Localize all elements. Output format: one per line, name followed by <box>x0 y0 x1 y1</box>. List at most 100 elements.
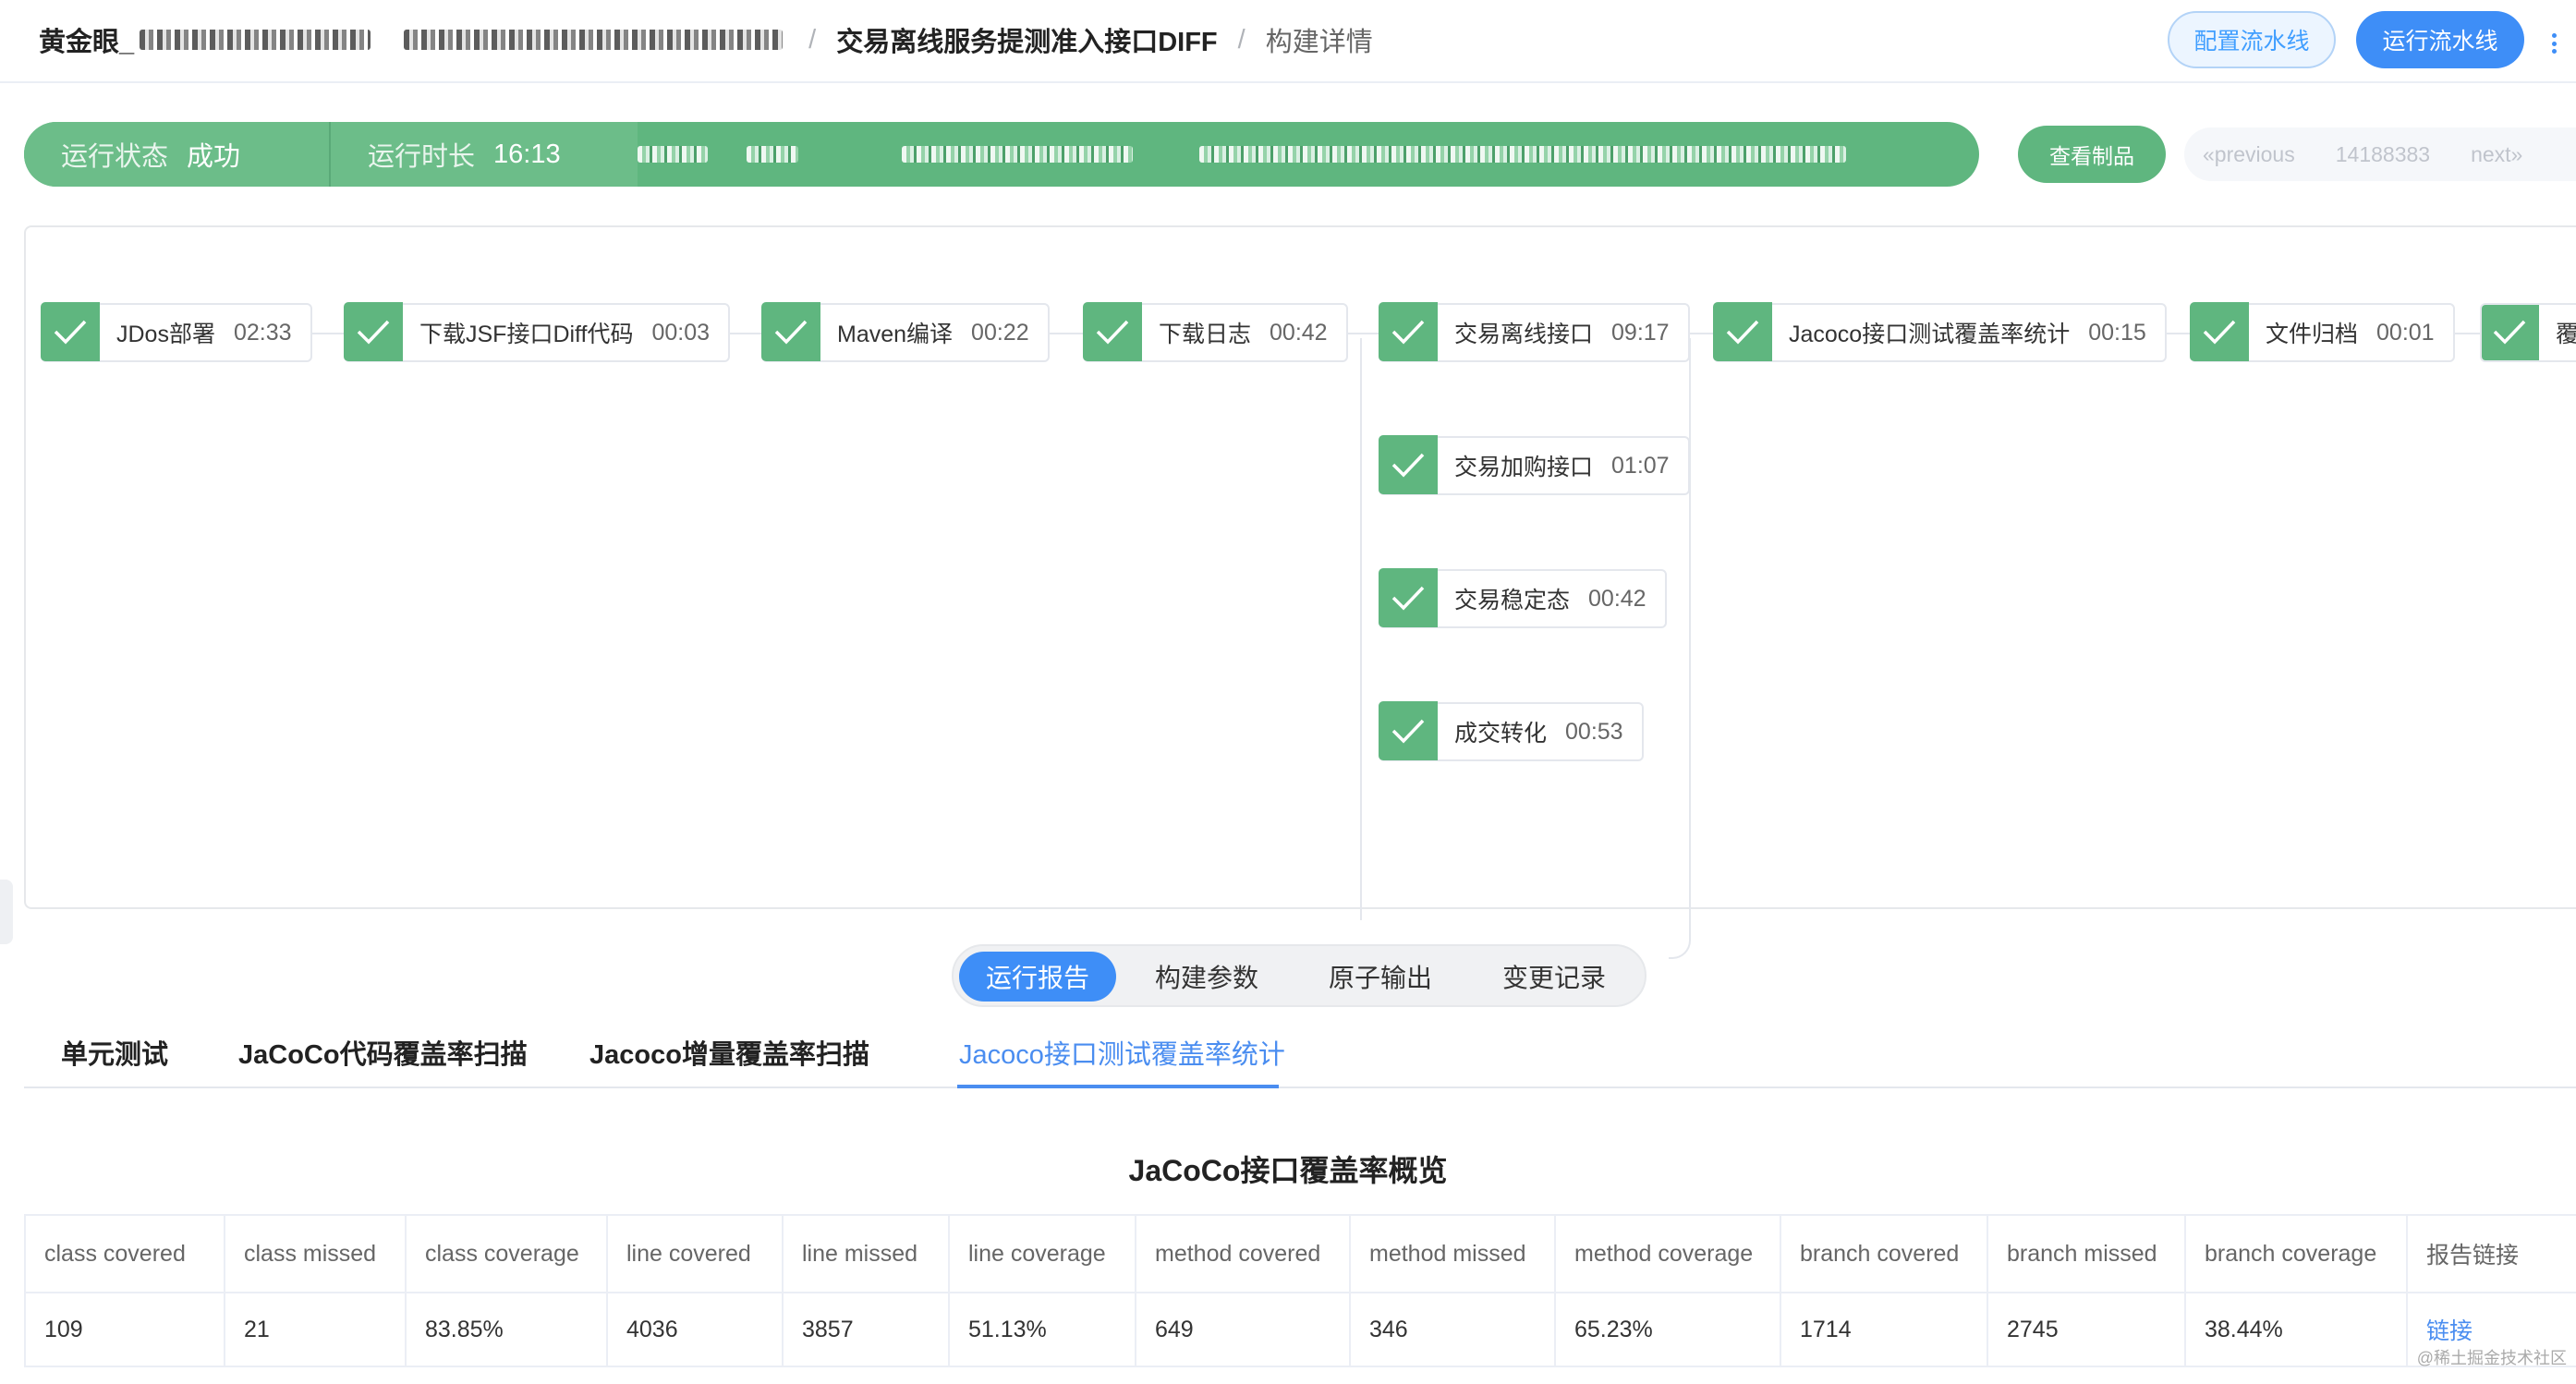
stage-duration: 00:42 <box>1270 319 1328 346</box>
pipeline-graph: JDos部署 02:33 下载JSF接口Diff代码 00:03 Maven编译… <box>24 225 2576 959</box>
run-status-bar: 运行状态 成功 运行时长 16:13 <box>24 122 1979 187</box>
stage-download-jsf-diff[interactable]: 下载JSF接口Diff代码 00:03 <box>344 302 731 362</box>
view-artifacts-button[interactable]: 查看制品 <box>2018 126 2166 183</box>
parallel-branch-line-left <box>1360 338 1362 920</box>
stage-jdos-deploy[interactable]: JDos部署 02:33 <box>41 302 312 362</box>
check-icon <box>344 302 403 361</box>
column-header: method covered <box>1135 1214 1351 1293</box>
stage-offline-api[interactable]: 交易离线接口 09:17 <box>1379 302 1690 362</box>
breadcrumb-redacted-path <box>404 30 784 50</box>
table-cell: 346 <box>1349 1292 1556 1367</box>
run-state-label: 运行状态 <box>61 142 169 172</box>
run-duration-label: 运行时长 <box>368 142 476 172</box>
breadcrumb-root[interactable]: 黄金眼_ <box>39 20 134 59</box>
stage-name: 文件归档 <box>2266 322 2359 347</box>
subtab-jacoco-code-coverage[interactable]: JaCoCo代码覆盖率扫描 <box>238 1033 528 1072</box>
stage-name: 成交转化 <box>1454 721 1548 747</box>
table-row: 109 21 83.85% 4036 3857 51.13% 649 346 6… <box>24 1292 2576 1367</box>
stage-connector <box>724 333 763 334</box>
stage-duration: 09:17 <box>1611 319 1670 346</box>
stage-maven-build[interactable]: Maven编译 00:22 <box>761 302 1050 362</box>
column-header: method missed <box>1349 1214 1556 1293</box>
subtab-jacoco-incremental[interactable]: Jacoco增量覆盖率扫描 <box>589 1033 869 1072</box>
stage-name: 交易加购接口 <box>1454 455 1594 480</box>
stage-duration: 02:33 <box>233 319 292 346</box>
stage-file-archive[interactable]: 文件归档 00:01 <box>2190 302 2455 362</box>
check-icon <box>2190 302 2249 361</box>
report-link[interactable]: 链接 <box>2426 1318 2473 1344</box>
table-header-row: class covered class missed class coverag… <box>24 1214 2576 1293</box>
stage-steady-state[interactable]: 交易稳定态 00:42 <box>1379 568 1667 628</box>
table-cell: 4036 <box>606 1292 784 1367</box>
stage-download-logs[interactable]: 下载日志 00:42 <box>1083 302 1348 362</box>
tab-change-log[interactable]: 变更记录 <box>1473 952 1635 1002</box>
breadcrumb-separator: / <box>1237 24 1245 55</box>
run-pipeline-button[interactable]: 运行流水线 <box>2356 11 2524 68</box>
table-cell: 1714 <box>1780 1292 1988 1367</box>
stage-duration: 00:42 <box>1588 585 1646 612</box>
table-cell: 3857 <box>782 1292 950 1367</box>
table-cell: 65.23% <box>1554 1292 1781 1367</box>
column-header: branch covered <box>1780 1214 1988 1293</box>
side-collapse-handle[interactable] <box>0 880 13 944</box>
stage-name: 下载JSF接口Diff代码 <box>419 322 634 347</box>
stage-name: JDos部署 <box>116 322 215 347</box>
stage-connector <box>1046 333 1085 334</box>
table-cell: 38.44% <box>2184 1292 2408 1367</box>
previous-build-link[interactable]: «previous <box>2203 142 2295 167</box>
more-vertical-icon[interactable] <box>2550 33 2558 54</box>
column-header: line covered <box>606 1214 784 1293</box>
check-icon <box>41 302 100 361</box>
stage-duration: 00:03 <box>651 319 711 346</box>
configure-pipeline-button[interactable]: 配置流水线 <box>2168 11 2336 68</box>
tab-atom-output[interactable]: 原子输出 <box>1299 952 1462 1002</box>
stage-truncated[interactable]: 覆 <box>2480 303 2576 362</box>
run-duration: 运行时长 16:13 <box>329 122 638 187</box>
stage-name: Maven编译 <box>837 322 954 347</box>
next-build-link[interactable]: next» <box>2471 142 2522 167</box>
build-number: 14188383 <box>2335 141 2431 166</box>
top-header: 黄金眼_ / 交易离线服务提测准入接口DIFF / 构建详情 配置流水线 运行流… <box>0 0 2576 83</box>
column-header: branch missed <box>1987 1214 2186 1293</box>
report-tabs: 运行报告 构建参数 原子输出 变更记录 <box>952 944 1646 1007</box>
stage-name: 交易离线接口 <box>1454 322 1594 347</box>
column-header: branch coverage <box>2184 1214 2408 1293</box>
breadcrumb-redacted-text <box>140 30 371 50</box>
stage-add-cart-api[interactable]: 交易加购接口 01:07 <box>1379 435 1690 495</box>
run-duration-value: 16:13 <box>493 139 561 169</box>
stage-duration: 00:01 <box>2376 319 2435 346</box>
stage-name: 下载日志 <box>1159 322 1252 347</box>
stage-conversion[interactable]: 成交转化 00:53 <box>1379 701 1644 761</box>
check-icon <box>1379 568 1438 627</box>
column-header: line coverage <box>948 1214 1136 1293</box>
subtab-jacoco-api-coverage[interactable]: Jacoco接口测试覆盖率统计 <box>959 1033 1285 1072</box>
stage-connector <box>307 333 346 334</box>
run-state-value: 成功 <box>187 142 241 172</box>
check-icon <box>2482 305 2539 360</box>
table-cell: 109 <box>24 1292 225 1367</box>
column-header: 报告链接 <box>2406 1214 2576 1293</box>
check-icon <box>1379 701 1438 760</box>
redacted-block <box>747 146 798 163</box>
report-sub-tabs: 单元测试 JaCoCo代码覆盖率扫描 Jacoco增量覆盖率扫描 Jacoco接… <box>24 1029 2576 1088</box>
breadcrumb-separator: / <box>808 24 817 55</box>
column-header: method coverage <box>1554 1214 1781 1293</box>
table-cell: 649 <box>1135 1292 1351 1367</box>
breadcrumb-pipeline[interactable]: 交易离线服务提测准入接口DIFF <box>836 20 1217 59</box>
table-cell: 2745 <box>1987 1292 2186 1367</box>
check-icon <box>761 302 820 361</box>
coverage-table: class covered class missed class coverag… <box>24 1214 2576 1367</box>
subtab-unit-test[interactable]: 单元测试 <box>61 1033 168 1072</box>
parallel-branch-line-right <box>1669 338 1691 959</box>
check-icon <box>1379 302 1438 361</box>
tab-build-params[interactable]: 构建参数 <box>1125 952 1288 1002</box>
stage-duration: 00:22 <box>971 319 1029 346</box>
active-tab-underline <box>957 1085 1279 1088</box>
table-cell: 83.85% <box>405 1292 608 1367</box>
stage-jacoco-api-coverage[interactable]: Jacoco接口测试覆盖率统计 00:15 <box>1713 302 2167 362</box>
tab-run-report[interactable]: 运行报告 <box>959 952 1116 1002</box>
stage-name: 覆 <box>2556 316 2576 349</box>
build-pager: «previous 14188383 next» <box>2184 127 2576 181</box>
report-title: JaCoCo接口覆盖率概览 <box>1128 1154 1448 1187</box>
stage-name: Jacoco接口测试覆盖率统计 <box>1789 322 2071 347</box>
